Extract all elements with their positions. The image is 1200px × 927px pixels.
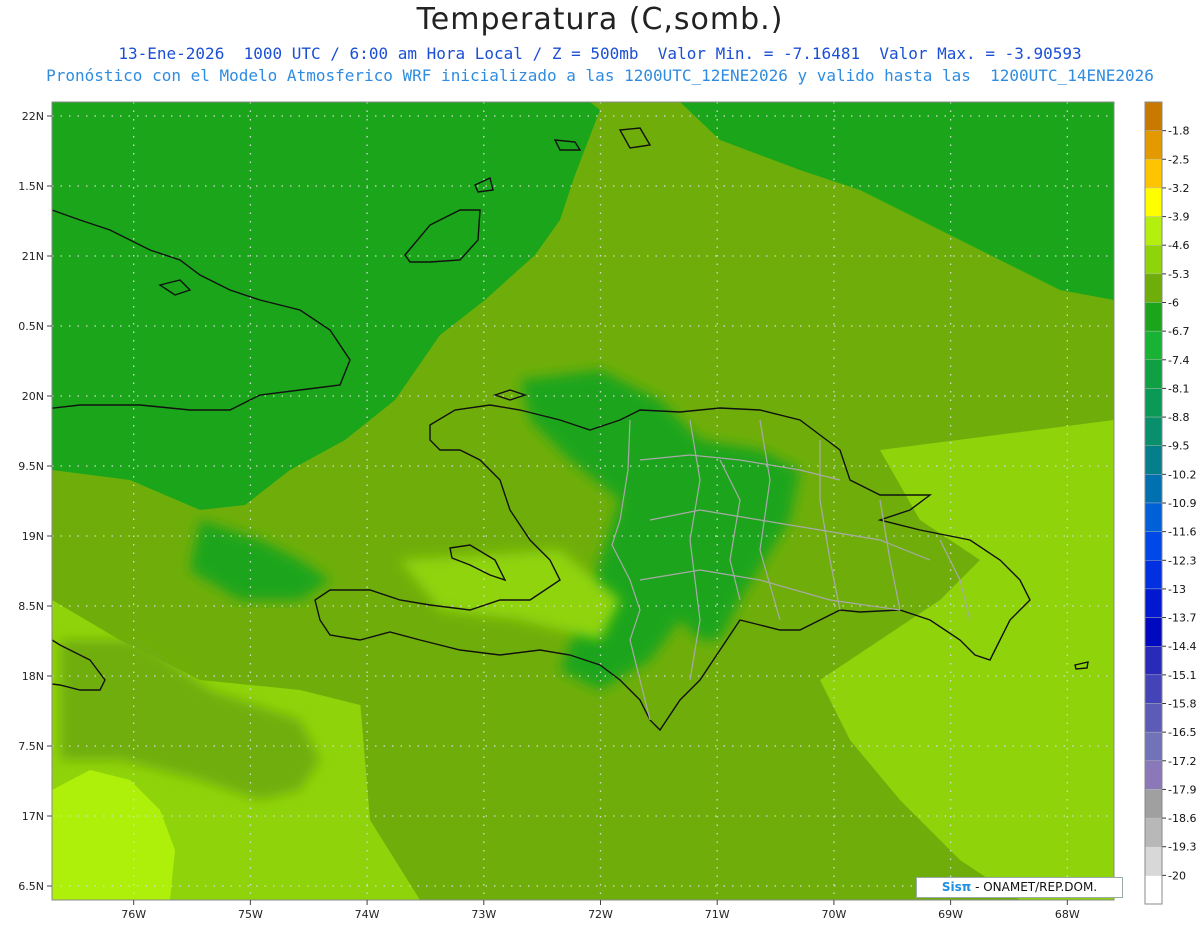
legend-label: -8.1 (1168, 382, 1189, 395)
legend-label: -11.6 (1168, 526, 1196, 539)
lon-tick-label: 76W (121, 908, 146, 921)
legend-label: -3.2 (1168, 182, 1189, 195)
lon-tick-label: 71W (705, 908, 730, 921)
lat-tick-label: 0.5N (18, 320, 44, 333)
lat-tick-label: 22N (22, 110, 44, 123)
lat-tick-label: 9.5N (18, 460, 44, 473)
legend-swatch (1144, 474, 1163, 504)
legend-label: -10.2 (1168, 468, 1196, 481)
legend-swatch (1144, 416, 1163, 446)
lat-tick-label: 18N (22, 670, 44, 683)
lat-tick-label: 1.5N (18, 180, 44, 193)
legend-swatch (1144, 646, 1163, 676)
legend-label: -5.3 (1168, 268, 1189, 281)
sispi-logo: Sisπ (941, 880, 972, 894)
legend-label: -20 (1168, 869, 1186, 882)
legend-label: -7.4 (1168, 354, 1189, 367)
legend-label: -18.6 (1168, 812, 1196, 825)
legend-swatch (1144, 187, 1163, 217)
legend-swatch (1144, 216, 1163, 246)
temperature-map: 22N 1.5N 21N 0.5N 20N 9.5N 19N 8.5N 18N 7.5N 17N 6.… (18, 101, 1196, 921)
legend-swatch (1144, 531, 1163, 561)
legend-label: -8.8 (1168, 411, 1189, 424)
legend-swatch (1144, 502, 1163, 532)
legend-label: -17.9 (1168, 783, 1196, 796)
lat-tick-label: 21N (22, 250, 44, 263)
legend-label: -13.7 (1168, 612, 1196, 625)
lat-tick-label: 20N (22, 390, 44, 403)
legend-label: -17.2 (1168, 755, 1196, 768)
legend-label: -6 (1168, 297, 1179, 310)
legend-label: -16.5 (1168, 726, 1196, 739)
legend-swatch (1144, 159, 1163, 189)
legend-swatch (1144, 330, 1163, 360)
lat-tick-label: 8.5N (18, 600, 44, 613)
legend-label: -6.7 (1168, 325, 1189, 338)
lat-tick-label: 19N (22, 530, 44, 543)
lon-tick-label: 72W (588, 908, 613, 921)
legend-swatch (1144, 560, 1163, 590)
legend-label: -19.3 (1168, 841, 1196, 854)
lat-tick-label: 7.5N (18, 740, 44, 753)
legend-label: -3.9 (1168, 211, 1189, 224)
legend-label: -12.3 (1168, 554, 1196, 567)
legend-swatch (1144, 703, 1163, 733)
legend-swatch (1144, 130, 1163, 160)
lon-tick-label: 74W (355, 908, 380, 921)
credit-box: Sisπ - ONAMET/REP.DOM. (916, 877, 1123, 898)
legend-swatch (1144, 245, 1163, 275)
color-legend: -1.8 -2.5 -3.2 -3.9 -4.6 -5.3 -6 -6.7 -7.4 -8.1 -8… (1144, 101, 1196, 905)
legend-swatch (1144, 875, 1163, 905)
legend-swatch (1144, 588, 1163, 618)
legend-swatch (1144, 101, 1163, 131)
legend-label: -15.1 (1168, 669, 1196, 682)
lon-tick-label: 75W (238, 908, 263, 921)
legend-label: -4.6 (1168, 239, 1189, 252)
legend-label: -9.5 (1168, 440, 1189, 453)
lat-tick-label: 17N (22, 810, 44, 823)
temperature-field (52, 102, 1114, 900)
legend-swatch (1144, 731, 1163, 761)
lat-tick-label: 6.5N (18, 880, 44, 893)
legend-swatch (1144, 302, 1163, 332)
credit-text: - ONAMET/REP.DOM. (975, 880, 1098, 894)
legend-label: -1.8 (1168, 125, 1189, 138)
lon-tick-label: 69W (938, 908, 963, 921)
legend-swatch (1144, 846, 1163, 876)
legend-label: -2.5 (1168, 153, 1189, 166)
lon-tick-label: 70W (821, 908, 846, 921)
lon-tick-label: 73W (471, 908, 496, 921)
legend-swatch (1144, 817, 1163, 847)
legend-swatch (1144, 760, 1163, 790)
legend-swatch (1144, 273, 1163, 303)
legend-swatch (1144, 359, 1163, 389)
legend-swatch (1144, 674, 1163, 704)
legend-swatch (1144, 388, 1163, 418)
legend-label: -15.8 (1168, 698, 1196, 711)
latitude-axis: 22N 1.5N 21N 0.5N 20N 9.5N 19N 8.5N 18N 7.5N 17N 6.… (18, 110, 52, 893)
legend-label: -10.9 (1168, 497, 1196, 510)
legend-label: -13 (1168, 583, 1186, 596)
lon-tick-label: 68W (1055, 908, 1080, 921)
longitude-axis: 76W 75W 74W 73W 72W 71W 70W 69W 68W (121, 900, 1080, 921)
legend-swatch (1144, 445, 1163, 475)
legend-swatch (1144, 789, 1163, 819)
legend-swatch (1144, 617, 1163, 647)
legend-label: -14.4 (1168, 640, 1196, 653)
